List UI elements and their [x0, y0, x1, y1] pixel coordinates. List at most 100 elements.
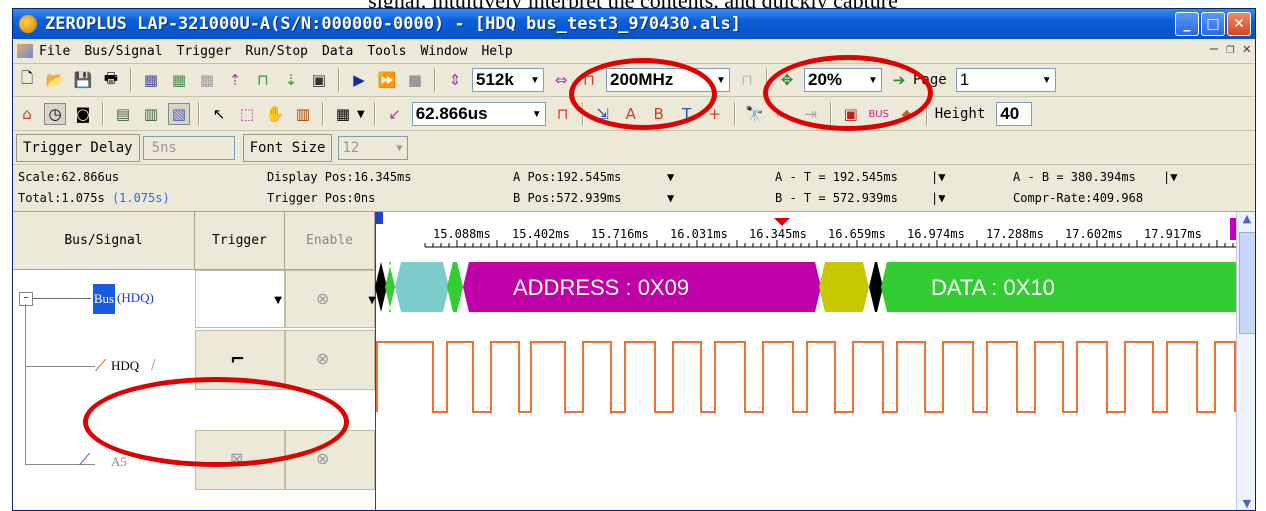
menu-run-stop[interactable]: Run/Stop: [245, 44, 308, 59]
time-tick-label: 16.659ms: [828, 227, 886, 241]
trigger-level-icon[interactable]: ⇣: [280, 69, 302, 91]
external-clock-icon[interactable]: ⊓: [736, 69, 758, 91]
a5-signal-name[interactable]: A5: [111, 454, 127, 470]
state-view-icon[interactable]: ▥: [140, 103, 162, 125]
time-tick-label: 15.402ms: [512, 227, 570, 241]
jump-trigger-icon[interactable]: ⊓: [552, 103, 574, 125]
capture-settings-icon[interactable]: ▦: [140, 69, 162, 91]
waveform-view-icon[interactable]: ▧: [168, 103, 190, 125]
vertical-scrollbar[interactable]: ▲ ▼: [1236, 212, 1255, 510]
bus-icon[interactable]: BUS: [868, 103, 890, 125]
memory-depth-icon: ⇕: [448, 71, 462, 89]
zoom-select[interactable]: 20% ▼: [804, 68, 882, 92]
menu-help[interactable]: Help: [481, 44, 512, 59]
display-mode-icon[interactable]: ▦: [332, 103, 354, 125]
a-minus-t-readout: A - T = 192.545ms: [775, 170, 898, 184]
hand-icon[interactable]: ✋: [264, 103, 286, 125]
bus-init-segment: [395, 262, 449, 312]
font-size-select[interactable]: 12 ▼: [338, 136, 409, 160]
cursor-a-bar-icon[interactable]: ⇲: [592, 103, 614, 125]
collapse-icon[interactable]: –: [19, 292, 33, 306]
home-icon[interactable]: ⌂: [16, 103, 38, 125]
menu-tools[interactable]: Tools: [367, 44, 406, 59]
menu-trigger[interactable]: Trigger: [177, 44, 232, 59]
cursor-t-bar-icon[interactable]: T: [676, 103, 698, 125]
search-next-icon[interactable]: ⇥: [800, 103, 822, 125]
open-folder-icon[interactable]: 📂: [44, 69, 66, 91]
time-tick-label: 16.974ms: [907, 227, 965, 241]
filter-icon[interactable]: ▦: [196, 69, 218, 91]
bus-protocol: (HDQ): [117, 290, 154, 305]
a-minus-b-dropdown[interactable]: |▼: [1163, 170, 1177, 184]
run-repeat-icon[interactable]: ⏩: [376, 69, 398, 91]
zoom-fit-icon[interactable]: ✥: [776, 69, 798, 91]
report-icon[interactable]: ▣: [840, 103, 862, 125]
minimize-button[interactable]: _: [1175, 12, 1199, 36]
memory-depth-select[interactable]: 512k ▼: [472, 68, 544, 92]
trigger-rise-icon[interactable]: ⇡: [224, 69, 246, 91]
scroll-up-icon[interactable]: ▲: [1237, 212, 1255, 230]
cursor-select-icon[interactable]: ⬚: [236, 103, 258, 125]
mdi-close-icon[interactable]: ✕: [1243, 41, 1251, 57]
menu-bus-signal[interactable]: Bus/Signal: [84, 44, 162, 59]
compress-icon[interactable]: ⇔: [550, 69, 572, 91]
cursor-c-bar-icon[interactable]: B: [648, 103, 670, 125]
bus-gap-segment: [447, 262, 463, 312]
cursor-b-bar-icon[interactable]: A: [620, 103, 642, 125]
a-pos-dropdown[interactable]: ▼: [667, 170, 674, 184]
a-minus-t-dropdown[interactable]: |▼: [931, 170, 945, 184]
search-icon[interactable]: 🔭: [744, 103, 766, 125]
memory-icon[interactable]: ▣: [308, 69, 330, 91]
document-icon[interactable]: [17, 44, 33, 58]
scroll-thumb[interactable]: [1239, 232, 1255, 334]
height-input[interactable]: 40: [996, 102, 1033, 126]
bus-settings-icon[interactable]: ▦: [168, 69, 190, 91]
menu-file[interactable]: File: [39, 44, 70, 59]
close-button[interactable]: ✕: [1227, 12, 1251, 36]
hdq-enable-cell[interactable]: ⊗: [285, 330, 375, 390]
title-bar: ZEROPLUS LAP-321000U-A(S/N:000000-0000) …: [13, 9, 1255, 39]
channel-color-icon[interactable]: ⬥: [896, 103, 918, 125]
pointer-icon[interactable]: ↖: [208, 103, 230, 125]
new-file-icon[interactable]: 🗋: [16, 69, 38, 91]
trigger-pulse-icon[interactable]: ⊓: [252, 69, 274, 91]
save-icon[interactable]: 💾: [72, 69, 94, 91]
waveform-area[interactable]: 15.088ms 15.402ms 15.716ms 16.031ms 16.345ms…: [374, 212, 1245, 510]
a5-enable-cell[interactable]: ⊗: [285, 430, 375, 490]
b-minus-t-dropdown[interactable]: |▼: [931, 191, 945, 205]
b-minus-t-readout: B - T = 572.939ms: [775, 191, 898, 205]
a5-trigger-cell[interactable]: ⊠: [195, 430, 285, 490]
hdq-trigger-cell[interactable]: ⌐: [195, 330, 285, 390]
print-icon[interactable]: 🖶: [100, 69, 122, 91]
trigger-delay-input[interactable]: 5ns: [142, 136, 235, 160]
page-select[interactable]: 1 ▼: [955, 68, 1056, 92]
b-pos-dropdown[interactable]: ▼: [667, 191, 674, 205]
menu-window[interactable]: Window: [420, 44, 467, 59]
search-prev-icon[interactable]: ⇤: [772, 103, 794, 125]
clock-icon[interactable]: ◷: [44, 103, 66, 125]
mdi-minimize-icon[interactable]: –: [1210, 41, 1218, 57]
scale-select[interactable]: 62.866us ▼: [411, 102, 546, 126]
bus-sep-segment: [869, 262, 883, 312]
falling-edge-icon: ⌐: [230, 349, 246, 370]
page-label: Page: [913, 72, 947, 88]
channel-view-icon[interactable]: ◙: [72, 103, 94, 125]
hdq-signal-name[interactable]: HDQ: [111, 358, 139, 374]
list-view-icon[interactable]: ▤: [112, 103, 134, 125]
menu-data[interactable]: Data: [322, 44, 353, 59]
bus-trigger-cell[interactable]: ▼: [195, 270, 285, 328]
bus-name[interactable]: Bus: [93, 284, 115, 314]
stop-icon[interactable]: ■: [404, 69, 426, 91]
scroll-down-icon[interactable]: ▼: [1237, 497, 1255, 510]
maximize-button[interactable]: □: [1201, 12, 1225, 36]
bus-enable-cell[interactable]: ⊗ ▼: [285, 270, 376, 328]
sample-rate-select[interactable]: 200MHz ▼: [606, 68, 730, 92]
mdi-restore-icon[interactable]: ❐: [1226, 41, 1234, 57]
run-icon[interactable]: ▶: [348, 69, 370, 91]
trigger-header[interactable]: Trigger: [195, 212, 285, 270]
add-bar-icon[interactable]: +: [704, 103, 726, 125]
measure-icon[interactable]: ▥: [292, 103, 314, 125]
bus-signal-header[interactable]: Bus/Signal: [13, 212, 195, 270]
enable-header[interactable]: Enable: [285, 212, 375, 270]
waveform-grid: Bus/Signal Trigger Enable – Bus (HDQ) ▼ …: [13, 212, 1255, 510]
